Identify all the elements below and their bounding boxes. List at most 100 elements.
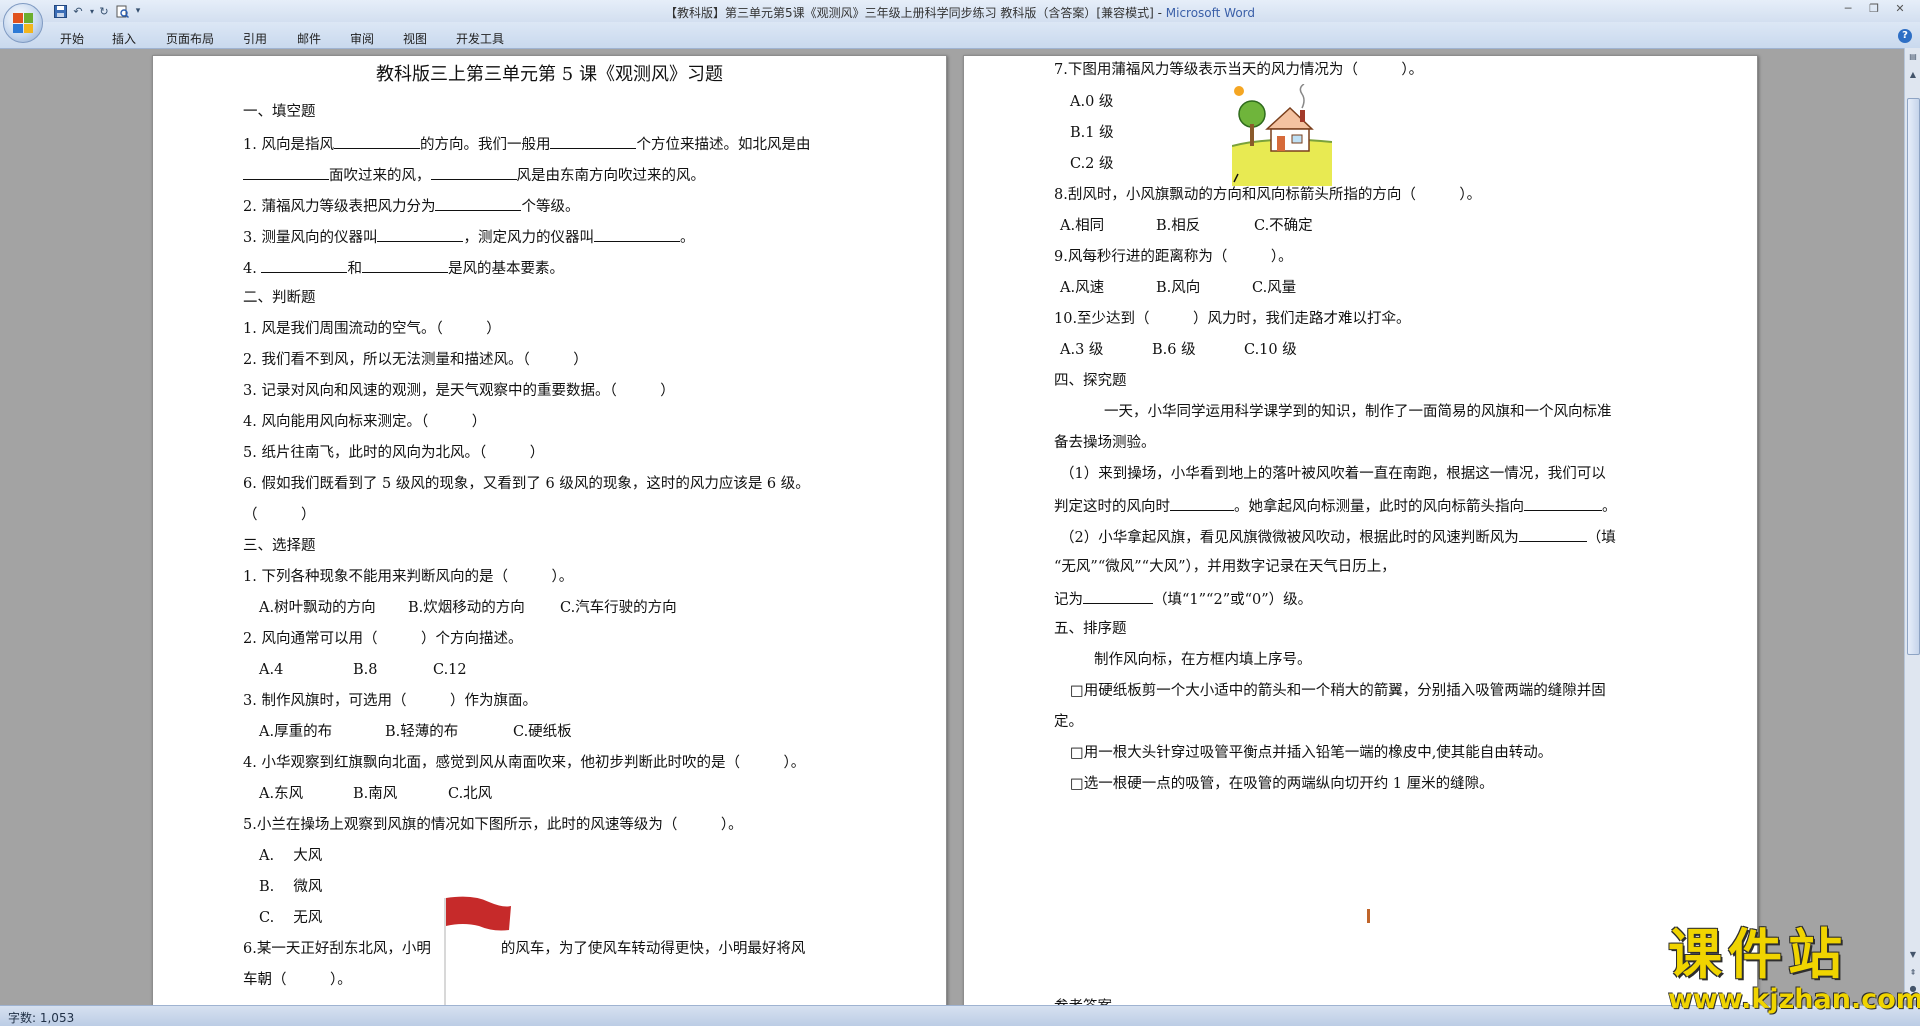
tab-developer[interactable]: 开发工具	[456, 30, 504, 47]
q6-part-b: 的风车，为了使风车转动得更快，小明最好将风	[500, 941, 806, 957]
section-order-title: 五、排序题	[1054, 621, 1127, 637]
q6-part-a: 6.某一天正好刮东北风，小明	[243, 941, 431, 957]
fill-q2-part-b: 个等级。	[521, 199, 580, 215]
choice-option: C.10 级	[1244, 342, 1297, 358]
fill-q1-part-c: 个方位来描述。如北风是由	[636, 137, 811, 153]
blank	[243, 165, 329, 180]
inquiry-part-2-record: 记为 （填“1”“2”或“0”）级。	[1054, 589, 1312, 609]
page-title: 教科版三上第三单元第 5 课《观测风》习题	[376, 64, 723, 85]
section-fill-title: 一、填空题	[243, 104, 316, 120]
choice-option: C.汽车行驶的方向	[560, 600, 677, 616]
fill-q1-part-a: 1. 风向是指风	[243, 137, 334, 153]
choice-option: C.北风	[448, 786, 493, 802]
judge-question: 4. 风向能用风向标来测定。（ ）	[243, 414, 487, 430]
choice-question-5: 5.小兰在操场上观察到风旗的情况如下图所示，此时的风速等级为（ ）。	[243, 817, 743, 833]
window-title: 【教科版】第三单元第5课《观测风》三年级上册科学同步练习 教科版（含答案）[兼容…	[0, 4, 1920, 21]
fill-q1-part-b: 的方向。我们一般用	[419, 137, 551, 153]
blank	[261, 258, 348, 273]
choice-question-10: 10.至少达到（ ）风力时，我们走路才难以打伞。	[1054, 311, 1411, 327]
choice-option: C.硬纸板	[513, 724, 572, 740]
status-bar: 字数: 1,053	[0, 1005, 1920, 1026]
choice-option: A.0 级	[1070, 94, 1114, 110]
fill-question-4: 4. 和 是风的基本要素。	[243, 258, 564, 278]
blank	[435, 196, 522, 211]
p1-part-c: 。她拿起风向标测量，此时的风向标箭头指向	[1234, 499, 1524, 515]
document-title: 【教科版】第三单元第5课《观测风》三年级上册科学同步练习 教科版（含答案）[兼容…	[664, 6, 1166, 20]
choice-option: B.8	[353, 662, 378, 678]
choice-option: C.风量	[1252, 280, 1297, 296]
blank	[1170, 496, 1234, 511]
judge-question: 6. 假如我们既看到了 5 级风的现象，又看到了 6 级风的现象，这时的风力应该…	[243, 476, 810, 492]
document-page-right[interactable]: 7.下图用蒲福风力等级表示当天的风力情况为（ ）。 A.0 级 B.1 级 C.…	[963, 55, 1758, 1012]
watermark: 课件站 www.kjzhan.com	[1668, 924, 1920, 1014]
app-name: Microsoft Word	[1165, 6, 1256, 20]
judge-question: 5. 纸片往南飞，此时的风向为北风。（ ）	[243, 445, 545, 461]
inquiry-part-1: （1）来到操场，小华看到地上的落叶被风吹着一直在南跑，根据这一情况，我们可以	[1060, 466, 1606, 482]
blank	[550, 134, 637, 149]
choice-option: B.1 级	[1070, 125, 1114, 141]
judge-question-cont: （ ）	[243, 507, 316, 523]
fill-q3-part-a: 3. 测量风向的仪器叫	[243, 230, 378, 246]
fill-q2-part-a: 2. 蒲福风力等级表把风力分为	[243, 199, 436, 215]
p1-part-b: 判定这时的风向时	[1054, 499, 1170, 515]
p2-part-d: 记为	[1054, 592, 1083, 608]
section-inquiry-title: 四、探究题	[1054, 373, 1127, 389]
choice-option: B.南风	[353, 786, 398, 802]
p2-part-e: （填“1”“2”或“0”）级。	[1153, 592, 1313, 608]
choice-option: C. 无风	[259, 910, 323, 926]
choice-option: C.2 级	[1070, 156, 1114, 172]
choice-option: A.东风	[259, 786, 304, 802]
choice-question-6: 6.某一天正好刮东北风，小明 的风车，为了使风车转动得更快，小明最好将风	[243, 940, 805, 958]
fill-q3-part-c: 。	[679, 230, 695, 246]
inquiry-part-2-cont: “无风”“微风”“大风”），并用数字记录在天气日历上，	[1054, 559, 1396, 575]
choice-option: A.风速	[1060, 280, 1105, 296]
p2-part-a: （2）小华拿起风旗，看见风旗微微被风吹动，根据此时的风速判断风为	[1060, 530, 1519, 546]
close-icon[interactable]: ✕	[1888, 1, 1912, 17]
fill-q4-part-c: 是风的基本要素。	[447, 261, 564, 277]
blank	[1524, 496, 1602, 511]
tab-references[interactable]: 引用	[243, 30, 267, 47]
choice-option: B.轻薄的布	[385, 724, 459, 740]
choice-option: B.6 级	[1152, 342, 1196, 358]
choice-option: B.风向	[1156, 280, 1201, 296]
section-choice-title: 三、选择题	[243, 538, 316, 554]
word-count[interactable]: 字数: 1,053	[8, 1009, 74, 1026]
choice-option: A.树叶飘动的方向	[259, 600, 376, 616]
office-logo-icon	[13, 13, 33, 33]
order-intro: 制作风向标，在方框内填上序号。	[1094, 652, 1312, 668]
minimize-icon[interactable]: ─	[1836, 1, 1860, 17]
title-bar: ↶ ▾ ↻ ▾ 【教科版】第三单元第5课《观测风》三年级上册科学同步练习 教科版…	[0, 0, 1920, 22]
choice-option: C.12	[433, 662, 467, 678]
scroll-thumb[interactable]	[1907, 98, 1920, 655]
office-button[interactable]	[3, 3, 43, 43]
choice-question-3: 3. 制作风旗时，可选用（ ）作为旗面。	[243, 693, 537, 709]
choice-option: B.炊烟移动的方向	[408, 600, 525, 616]
blank	[361, 258, 448, 273]
help-icon[interactable]: ?	[1898, 29, 1912, 43]
tab-mailings[interactable]: 邮件	[297, 30, 321, 47]
scroll-up-icon[interactable]: ▲	[1906, 68, 1920, 82]
choice-option: A. 大风	[259, 848, 323, 864]
tab-review[interactable]: 审阅	[350, 30, 374, 47]
vertical-scrollbar[interactable]: ▤ ▲ ▼ ⇞ ●	[1904, 48, 1920, 1000]
fill-question-1: 1. 风向是指风 的方向。我们一般用 个方位来描述。如北风是由	[243, 134, 810, 154]
choice-question-9: 9.风每秒行进的距离称为（ ）。	[1054, 249, 1293, 265]
fill-question-3: 3. 测量风向的仪器叫 ，测定风力的仪器叫 。	[243, 227, 694, 247]
choice-question-6-cont: 车朝（ ）。	[243, 972, 352, 988]
choice-option: B. 微风	[259, 879, 323, 895]
ruler-toggle-icon[interactable]: ▤	[1906, 50, 1920, 64]
tab-view[interactable]: 视图	[403, 30, 427, 47]
judge-question: 3. 记录对风向和风速的观测，是天气观察中的重要数据。（ ）	[243, 383, 675, 399]
blank	[593, 227, 680, 242]
tab-home[interactable]: 开始	[60, 30, 84, 47]
choice-option: A.相同	[1060, 218, 1105, 234]
fill-q4-part-b: 和	[347, 261, 362, 277]
document-page-left[interactable]: 教科版三上第三单元第 5 课《观测风》习题 一、填空题 1. 风向是指风 的方向。…	[152, 55, 947, 1012]
inquiry-part-1-cont: 判定这时的风向时 。她拿起风向标测量，此时的风向标箭头指向 。	[1054, 496, 1617, 516]
tab-insert[interactable]: 插入	[112, 30, 136, 47]
tab-page-layout[interactable]: 页面布局	[166, 30, 214, 47]
blank	[1083, 589, 1153, 604]
restore-icon[interactable]: ❐	[1862, 1, 1886, 17]
fill-q3-part-b: ，测定风力的仪器叫	[463, 230, 594, 246]
p2-part-b: （填	[1586, 530, 1616, 546]
